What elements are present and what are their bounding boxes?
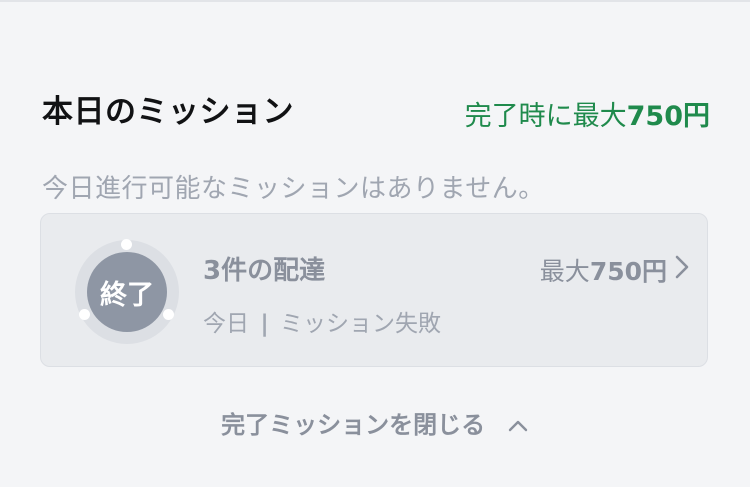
progress-dot [79,309,90,320]
mission-reward-amount: 750円 [589,257,667,286]
mission-day: 今日 [203,311,249,337]
progress-dot [163,309,174,320]
close-completed-missions-button[interactable]: 完了ミッションを閉じる [0,405,750,440]
status-badge: 終了 [87,252,167,332]
chevron-up-icon [508,420,528,432]
mission-card[interactable]: 終了 3件の配達 今日 | ミッション失敗 最大750円 [40,213,708,367]
progress-dot [121,239,132,250]
total-reward-amount: 750円 [626,101,710,132]
chevron-right-icon[interactable] [671,254,693,280]
mission-reward-prefix: 最大 [539,257,590,286]
total-reward: 完了時に最大750円 [465,94,710,133]
total-reward-prefix: 完了時に最大 [464,101,627,132]
close-completed-missions-label: 完了ミッションを閉じる [221,411,486,439]
mission-header: 本日のミッション 完了時に最大750円 [42,84,710,132]
mission-meta: 今日 | ミッション失敗 [203,304,441,338]
mission-status-text: ミッション失敗 [280,311,442,337]
top-divider [0,0,750,2]
mission-name: 3件の配達 [203,256,326,286]
empty-mission-message: 今日進行可能なミッションはありません。 [42,174,545,204]
progress-ring: 終了 [75,239,179,344]
section-title: 本日のミッション [42,94,294,130]
mission-reward: 最大750円 [540,252,667,288]
status-badge-label: 終了 [100,279,154,311]
meta-separator: | [260,311,269,337]
